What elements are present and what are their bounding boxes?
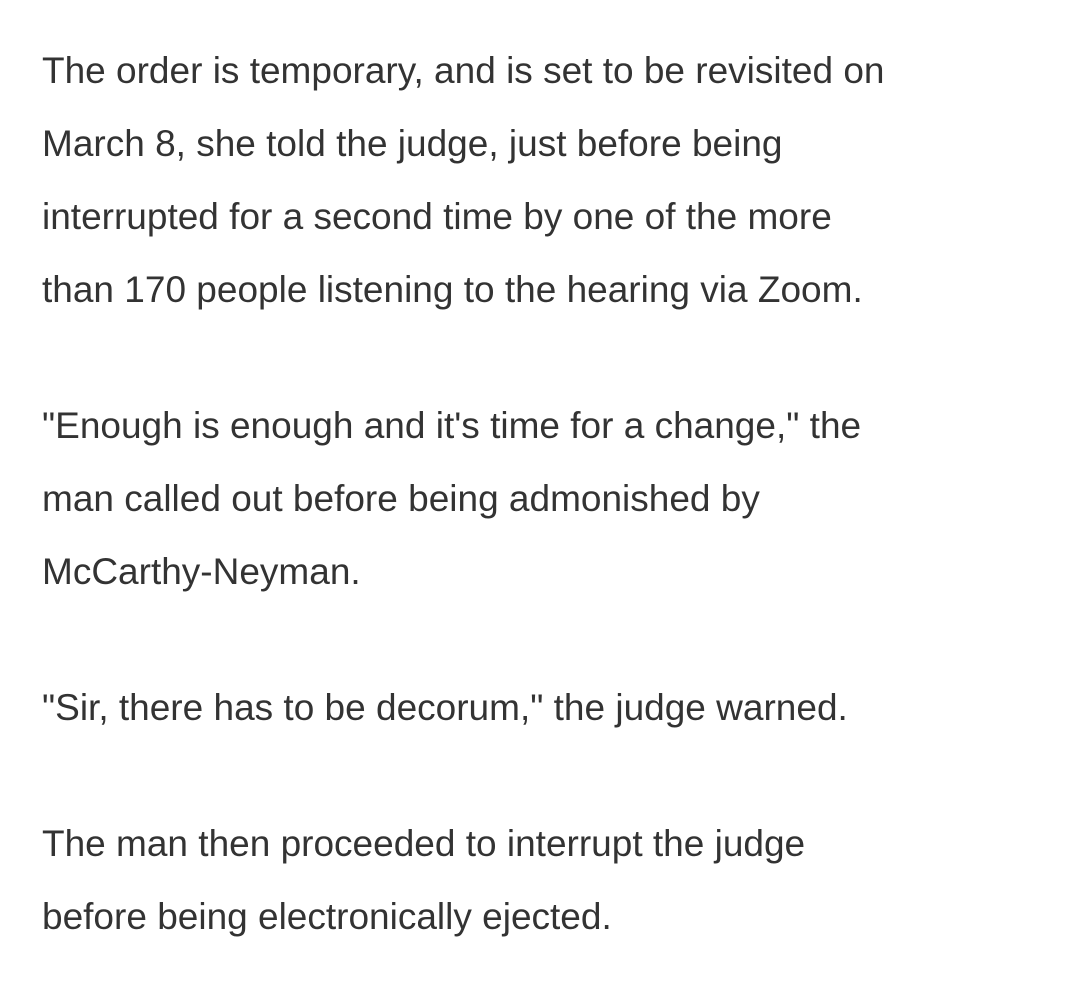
paragraph-order-temporary: The order is temporary, and is set to be…	[42, 34, 1050, 326]
paragraph-line: McCarthy-Neyman.	[42, 551, 361, 592]
paragraph-enough-is-enough: "Enough is enough and it's time for a ch…	[42, 389, 1050, 608]
article-body: The order is temporary, and is set to be…	[0, 0, 1080, 953]
paragraph-decorum: "Sir, there has to be decorum," the judg…	[42, 671, 1050, 744]
paragraph-line: The order is temporary, and is set to be…	[42, 50, 885, 91]
paragraph-line: before being electronically ejected.	[42, 896, 612, 937]
paragraph-line: March 8, she told the judge, just before…	[42, 123, 783, 164]
paragraph-line: "Enough is enough and it's time for a ch…	[42, 405, 862, 446]
paragraph-line: interrupted for a second time by one of …	[42, 196, 832, 237]
paragraph-ejected: The man then proceeded to interrupt the …	[42, 807, 1050, 953]
paragraph-line: "Sir, there has to be decorum," the judg…	[42, 687, 848, 728]
paragraph-line: than 170 people listening to the hearing…	[42, 269, 863, 310]
paragraph-line: man called out before being admonished b…	[42, 478, 760, 519]
paragraph-line: The man then proceeded to interrupt the …	[42, 823, 806, 864]
